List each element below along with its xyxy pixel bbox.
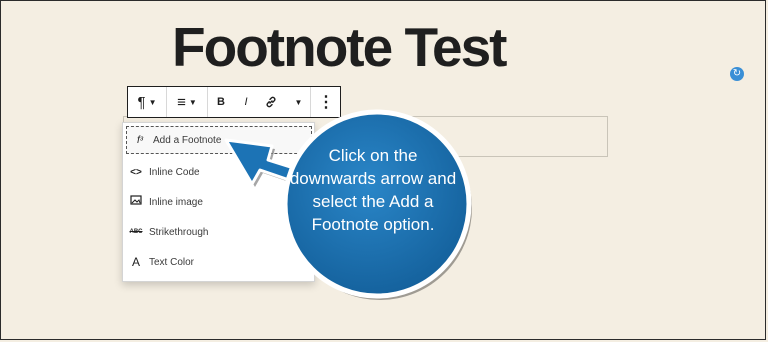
callout-text: Click on the downwards arrow and select …: [289, 146, 457, 234]
refresh-icon[interactable]: ↻: [730, 67, 744, 81]
